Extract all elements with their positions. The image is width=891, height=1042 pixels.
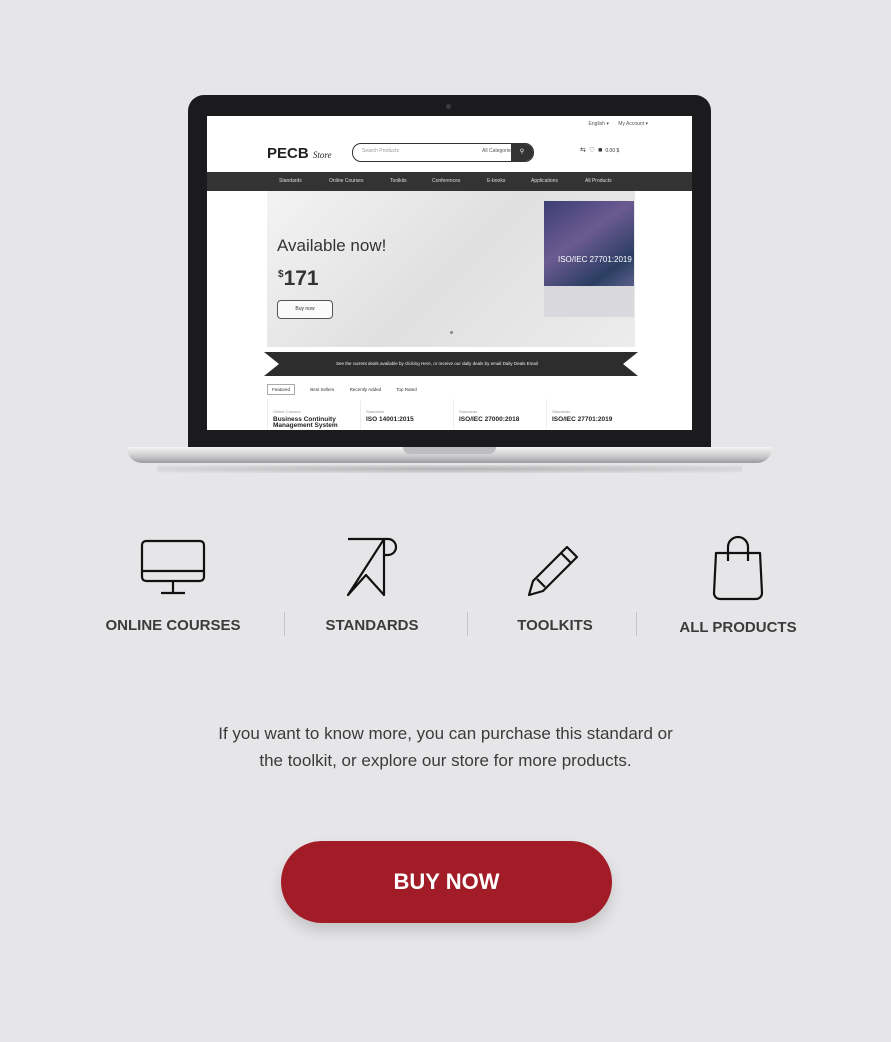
top-links: English ▾ My Account ▾ [581, 121, 648, 127]
product-card: Online Courses Business Continuity Manag… [267, 399, 358, 430]
category-online-courses[interactable]: ONLINE COURSES [92, 535, 254, 634]
category-standards[interactable]: STANDARDS [306, 535, 438, 634]
search-icon: ⚲ [511, 144, 533, 161]
deals-banner: See the current deals available by click… [264, 352, 638, 376]
product-card: Standards ISO/IEC 27701:2019 [546, 399, 637, 430]
category-label: STANDARDS [325, 617, 419, 634]
laptop-notch [403, 447, 496, 454]
menu-item: E-books [487, 178, 506, 184]
pencil-icon [527, 545, 579, 597]
product-box-image: ISO/IEC 27701:2019 [544, 201, 634, 317]
tab-recently-added: Recently Added [349, 387, 382, 392]
store-screenshot: English ▾ My Account ▾ PECB Store Search… [207, 116, 692, 430]
category-all-products[interactable]: ALL PRODUCTS [662, 535, 814, 636]
buy-now-button[interactable]: BUY NOW [281, 841, 612, 923]
menu-item: Online Courses [329, 178, 364, 184]
description-line: the toolkit, or explore our store for mo… [259, 751, 632, 770]
menu-item: All Products [585, 178, 612, 184]
tab-top-rated: Top Rated [396, 387, 417, 392]
menu-item: Applications [531, 178, 558, 184]
cart-amount: 0.00 $ [605, 148, 620, 154]
tab-best-sellers: Best Sellers [310, 387, 335, 392]
deals-text: See the current deals available by click… [336, 361, 538, 366]
category-toolkits[interactable]: TOOLKITS [496, 535, 614, 634]
hero-price: $171 [278, 267, 319, 290]
store-menu: Standards Online Courses Toolkits Confer… [207, 172, 692, 191]
camera-icon [446, 104, 451, 109]
search-placeholder: Search Products [362, 148, 399, 154]
account-link: My Account ▾ [618, 121, 648, 127]
hero-banner: Available now! $171 Buy now ISO/IEC 2770… [267, 191, 635, 347]
compare-icon: ⇆ [580, 147, 589, 154]
category-select: All Categories [482, 148, 514, 154]
category-label: ALL PRODUCTS [679, 619, 797, 636]
product-box-title: ISO/IEC 27701:2019 [558, 255, 632, 264]
divider [284, 612, 285, 636]
product-list: Online Courses Business Continuity Manag… [267, 399, 635, 430]
category-label: TOOLKITS [517, 617, 593, 634]
menu-item: Standards [279, 178, 302, 184]
product-card: Standards ISO 14001:2015 [360, 399, 451, 430]
carousel-dot [450, 331, 453, 334]
description: If you want to know more, you can purcha… [0, 720, 891, 774]
store-logo: PECB Store [267, 145, 332, 162]
description-line: If you want to know more, you can purcha… [218, 724, 673, 743]
heart-icon: ♡ [588, 147, 599, 154]
divider [636, 612, 637, 636]
menu-item: Toolkits [390, 178, 407, 184]
hero-title: Available now! [277, 236, 387, 255]
divider [467, 612, 468, 636]
laptop-mockup: English ▾ My Account ▾ PECB Store Search… [127, 95, 772, 475]
product-tabs: Featured Best Sellers Recently Added Top… [267, 384, 431, 395]
language-link: English ▾ [588, 121, 609, 127]
shopping-bag-icon [712, 535, 764, 601]
store-search-bar: Search Products All Categories ⚲ [352, 143, 534, 162]
laptop-shadow [157, 465, 742, 473]
product-card: Standards ISO/IEC 27000:2018 [453, 399, 544, 430]
menu-item: Conferences [432, 178, 461, 184]
header-icons: ⇆♡■0.00 $ [580, 146, 619, 154]
bookmark-icon [346, 537, 398, 597]
hero-buy-button: Buy now [277, 300, 333, 319]
category-label: ONLINE COURSES [105, 617, 241, 634]
monitor-icon [140, 539, 206, 595]
laptop-lid: English ▾ My Account ▾ PECB Store Search… [188, 95, 711, 447]
tab-featured: Featured [267, 384, 296, 395]
